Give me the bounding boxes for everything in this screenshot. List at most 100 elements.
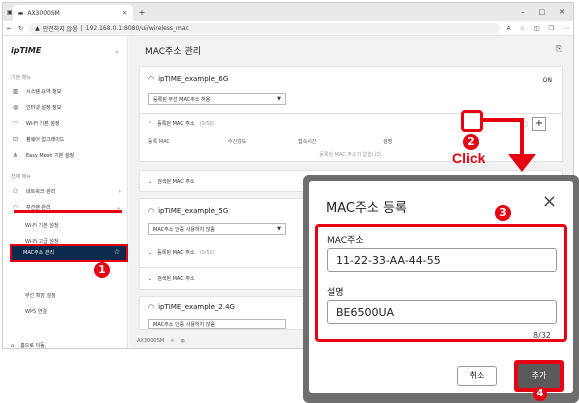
- tab-favicon-icon: ▬: [17, 9, 24, 17]
- sidebar-sub-mac-active[interactable]: MAC주소 관리: [25, 272, 56, 279]
- registered-count: (0/50): [199, 120, 215, 127]
- card-6g: ◠ ipTIME_example_6G ON 등록된 무선 MAC주소 허용 ▼: [139, 66, 563, 114]
- sidebar-item-firmware[interactable]: ⊡ 펌웨어 업그레이드: [11, 136, 121, 143]
- network-icon: ⚇: [12, 188, 19, 195]
- mac-label: MAC주소: [327, 236, 364, 246]
- chevron-up-icon: ⌃: [148, 120, 153, 127]
- col-signal: 수신강도: [228, 139, 247, 145]
- description-input[interactable]: BE6500UA: [327, 300, 557, 324]
- sidebar-item-system-summary[interactable]: ▥ 시스템 요약 정보: [11, 88, 121, 95]
- wifi-5g-icon: ◠: [148, 207, 155, 215]
- sidebar-item-mac-active[interactable]: MAC주소 관리 ☆: [11, 246, 126, 260]
- sidebar-item-label: 펌웨어 업그레이드: [26, 137, 65, 143]
- home-link[interactable]: ⌂ 홈으로 이동: [11, 342, 45, 349]
- page-title: MAC주소 관리: [145, 47, 202, 57]
- collapse-icon[interactable]: «: [115, 48, 119, 56]
- sun-icon[interactable]: ☼: [170, 338, 174, 344]
- globe-small-icon[interactable]: ◍: [181, 338, 185, 344]
- security-warning: 안전하지 않음: [42, 25, 78, 33]
- refresh-icon[interactable]: ↻: [18, 25, 23, 32]
- searched-label: 검색된 MAC 주소: [157, 179, 195, 185]
- url-separator: |: [80, 24, 83, 32]
- registered-header-5g[interactable]: ⌄ 등록된 MAC 주소 (0/50): [148, 249, 215, 257]
- more-icon[interactable]: ⋯: [563, 25, 569, 32]
- url-field[interactable]: ▲ 안전하지 않음 | 192.168.0.1:8080/ui/wireless…: [29, 22, 501, 34]
- plus-highlight: [461, 110, 483, 132]
- home-label: 홈으로 이동: [20, 343, 45, 349]
- dropdown-arrow-icon: ▼: [277, 226, 281, 232]
- all-menu-heading: 전체 메뉴: [11, 174, 31, 180]
- ssid-24g: ◠ ipTIME_example_2.4G: [148, 303, 235, 311]
- star-icon[interactable]: ☆: [114, 248, 120, 256]
- globe-icon: ◍: [12, 104, 19, 111]
- chevron-right-icon: ›: [118, 188, 121, 195]
- select-value: MAC주소 인증 사용하지 않음: [153, 321, 215, 328]
- basic-menu-heading: 기본 메뉴: [11, 75, 31, 81]
- sidebar-item-label: 시스템 요약 정보: [26, 89, 62, 95]
- arrow-horizontal: [483, 118, 523, 122]
- sidebar-item-label: Easy Mesh 기본 설정: [26, 153, 75, 159]
- searched-header: ⌄ 검색된 MAC 주소: [148, 275, 195, 283]
- status-on[interactable]: ON: [543, 77, 552, 84]
- ssid-label: ipTIME_example_6G: [158, 75, 229, 83]
- registered-label: 등록된 MAC 주소: [157, 121, 195, 127]
- window-controls: – □ ✕: [521, 8, 573, 16]
- sidebar-item-easymesh[interactable]: ⋔ Easy Mesh 기본 설정: [11, 152, 121, 159]
- add-button[interactable]: 추가: [518, 364, 560, 388]
- mac-address-input[interactable]: 11-22-33-AA-44-55: [327, 248, 557, 272]
- registered-label: 등록된 MAC 주소: [157, 250, 195, 256]
- sidebar-toggle-icon[interactable]: ▣: [7, 9, 13, 16]
- sidebar-item-internet[interactable]: ◍ 인터넷 설정 정보: [11, 104, 121, 111]
- address-bar: ← ↻ ▲ 안전하지 않음 | 192.168.0.1:8080/ui/wire…: [3, 21, 573, 36]
- highlight-right: [126, 244, 128, 262]
- read-aloud-icon[interactable]: A: [506, 25, 510, 32]
- minimize-icon[interactable]: –: [521, 8, 525, 16]
- registered-actions: ▢ +: [521, 117, 546, 131]
- highlight-bottom: [10, 260, 128, 262]
- export-icon[interactable]: ⎘: [556, 44, 562, 54]
- char-counter: 8/32: [533, 331, 551, 340]
- sidebar-sub-wifi-basic[interactable]: Wi-Fi 기본 설정: [25, 222, 59, 229]
- wifi-icon: ◠: [12, 120, 19, 127]
- mac-policy-select-6g[interactable]: 등록된 무선 MAC주소 허용 ▼: [148, 93, 286, 105]
- maximize-icon[interactable]: □: [539, 8, 546, 16]
- dialog-title: MAC주소 등록: [326, 201, 407, 216]
- empty-message: 등록된 MAC 주소가 없습니다.: [319, 152, 383, 158]
- sidebar-item-network[interactable]: ⚇ 네트워크 관리 ›: [11, 188, 121, 195]
- add-mac-button[interactable]: +: [532, 117, 546, 131]
- dropdown-arrow-icon: ▼: [277, 96, 281, 102]
- back-icon[interactable]: ←: [7, 25, 12, 32]
- warning-icon: ▲: [35, 24, 40, 32]
- sidebar: ipTIME « 기본 메뉴 ▥ 시스템 요약 정보 ◍ 인터넷 설정 정보 ◠ Wi…: [3, 36, 128, 349]
- step-2-badge: 2: [463, 134, 479, 150]
- sidebar-sub-wps[interactable]: WPS 연결: [25, 308, 47, 315]
- close-window-icon[interactable]: ✕: [559, 8, 565, 16]
- mac-policy-select-5g[interactable]: MAC주소 인증 사용하지 않음 ▼: [148, 223, 286, 235]
- split-icon[interactable]: ◫: [534, 25, 540, 32]
- browser-tab[interactable]: ▬ AX3000SM ×: [12, 5, 133, 21]
- tab-close-icon[interactable]: ×: [122, 9, 128, 17]
- new-tab-button[interactable]: +: [139, 8, 146, 17]
- highlight-left: [10, 244, 12, 262]
- click-label: Click: [452, 150, 486, 166]
- active-item-label: MAC주소 관리: [23, 250, 55, 256]
- wireless-underline: [14, 210, 122, 213]
- step-1-badge: 1: [94, 262, 110, 278]
- close-icon[interactable]: ×: [542, 191, 557, 212]
- iptime-logo: ipTIME: [11, 46, 42, 55]
- col-time: 접속시간: [298, 139, 317, 145]
- sidebar-item-label: 인터넷 설정 정보: [26, 105, 62, 111]
- collections-icon[interactable]: ❐: [549, 25, 554, 32]
- chevron-down-icon: ⌄: [148, 275, 153, 282]
- select-value: 등록된 무선 MAC주소 허용: [153, 96, 211, 103]
- mac-policy-select-24g[interactable]: MAC주소 인증 사용하지 않음: [148, 319, 286, 329]
- mac-register-dialog: MAC주소 등록 × 3 MAC주소 11-22-33-AA-44-55 설명 …: [309, 181, 573, 393]
- cancel-button[interactable]: 취소: [457, 366, 497, 386]
- sidebar-item-wifi-basic[interactable]: ◠ Wi-Fi 기본 설정: [11, 120, 121, 127]
- registered-header[interactable]: ⌃ 등록된 MAC 주소 (0/50): [148, 120, 215, 128]
- main-footer: AX3000SM ☼ ◍: [137, 338, 185, 344]
- favorite-icon[interactable]: ☆: [520, 25, 525, 32]
- arrow-head-icon: [508, 154, 536, 172]
- sidebar-item-label: Wi-Fi 기본 설정: [26, 121, 60, 127]
- sidebar-sub-extender[interactable]: 무선 확장 설정: [25, 292, 56, 299]
